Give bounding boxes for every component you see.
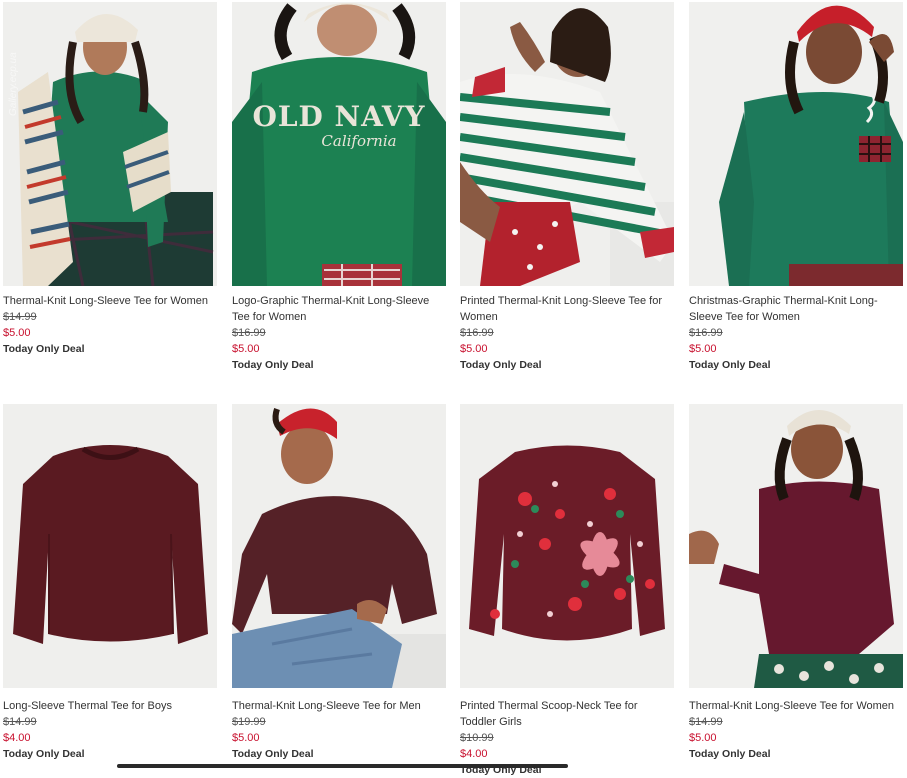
sale-price: $4.00 [460,748,488,760]
horizontal-scrollbar[interactable] [117,764,568,768]
woman-green-white-striped-tee-icon [460,2,674,286]
product-title[interactable]: Printed Thermal-Knit Long-Sleeve Tee for… [460,293,674,325]
product-image[interactable] [689,2,903,286]
product-image[interactable] [3,404,217,688]
deal-badge: Today Only Deal [232,748,314,760]
woman-green-tee-plaid-pocket-icon [689,2,903,286]
sale-price: $5.00 [689,343,717,355]
watermark [695,410,709,530]
original-price: $16.99 [689,327,723,339]
original-price: $14.99 [3,716,37,728]
watermark: Gallery.ecp.ua [8,52,19,116]
product-title[interactable]: Thermal-Knit Long-Sleeve Tee for Men [232,698,446,714]
product-title[interactable]: Printed Thermal Scoop-Neck Tee for Toddl… [460,698,674,730]
sale-price: $5.00 [3,327,31,339]
sale-price: $5.00 [689,732,717,744]
original-price: $19.99 [232,716,266,728]
deal-badge: Today Only Deal [689,748,771,760]
woman-green-tee-fairisle-scarf-icon [3,2,217,286]
old-navy-logo: OLD NAVY California [252,100,426,151]
product-image[interactable] [232,404,446,688]
man-burgundy-thermal-tee-icon [232,404,446,688]
deal-badge: Today Only Deal [3,748,85,760]
sale-price: $4.00 [3,732,31,744]
sale-price: $5.00 [232,343,260,355]
product-title[interactable]: Logo-Graphic Thermal-Knit Long-Sleeve Te… [232,293,446,325]
deal-badge: Today Only Deal [232,359,314,371]
woman-burgundy-thermal-tee-icon [689,404,903,688]
product-image[interactable] [689,404,903,688]
product-title[interactable]: Long-Sleeve Thermal Tee for Boys [3,698,217,714]
original-price: $14.99 [689,716,723,728]
original-price: $10.99 [460,732,494,744]
sale-price: $5.00 [460,343,488,355]
product-image[interactable]: OLD NAVY California [232,2,446,286]
burgundy-thermal-tee-flatlay-icon [3,404,217,688]
original-price: $16.99 [232,327,266,339]
product-title[interactable]: Christmas-Graphic Thermal-Knit Long-Slee… [689,293,903,325]
deal-badge: Today Only Deal [689,359,771,371]
floral-burgundy-toddler-tee-icon [460,404,674,688]
product-image[interactable] [3,2,217,286]
product-image[interactable] [460,2,674,286]
product-title[interactable]: Thermal-Knit Long-Sleeve Tee for Women [689,698,903,714]
product-title[interactable]: Thermal-Knit Long-Sleeve Tee for Women [3,293,217,309]
original-price: $16.99 [460,327,494,339]
deal-badge: Today Only Deal [460,359,542,371]
sale-price: $5.00 [232,732,260,744]
product-image[interactable] [460,404,674,688]
deal-badge: Today Only Deal [3,343,85,355]
original-price: $14.99 [3,311,37,323]
